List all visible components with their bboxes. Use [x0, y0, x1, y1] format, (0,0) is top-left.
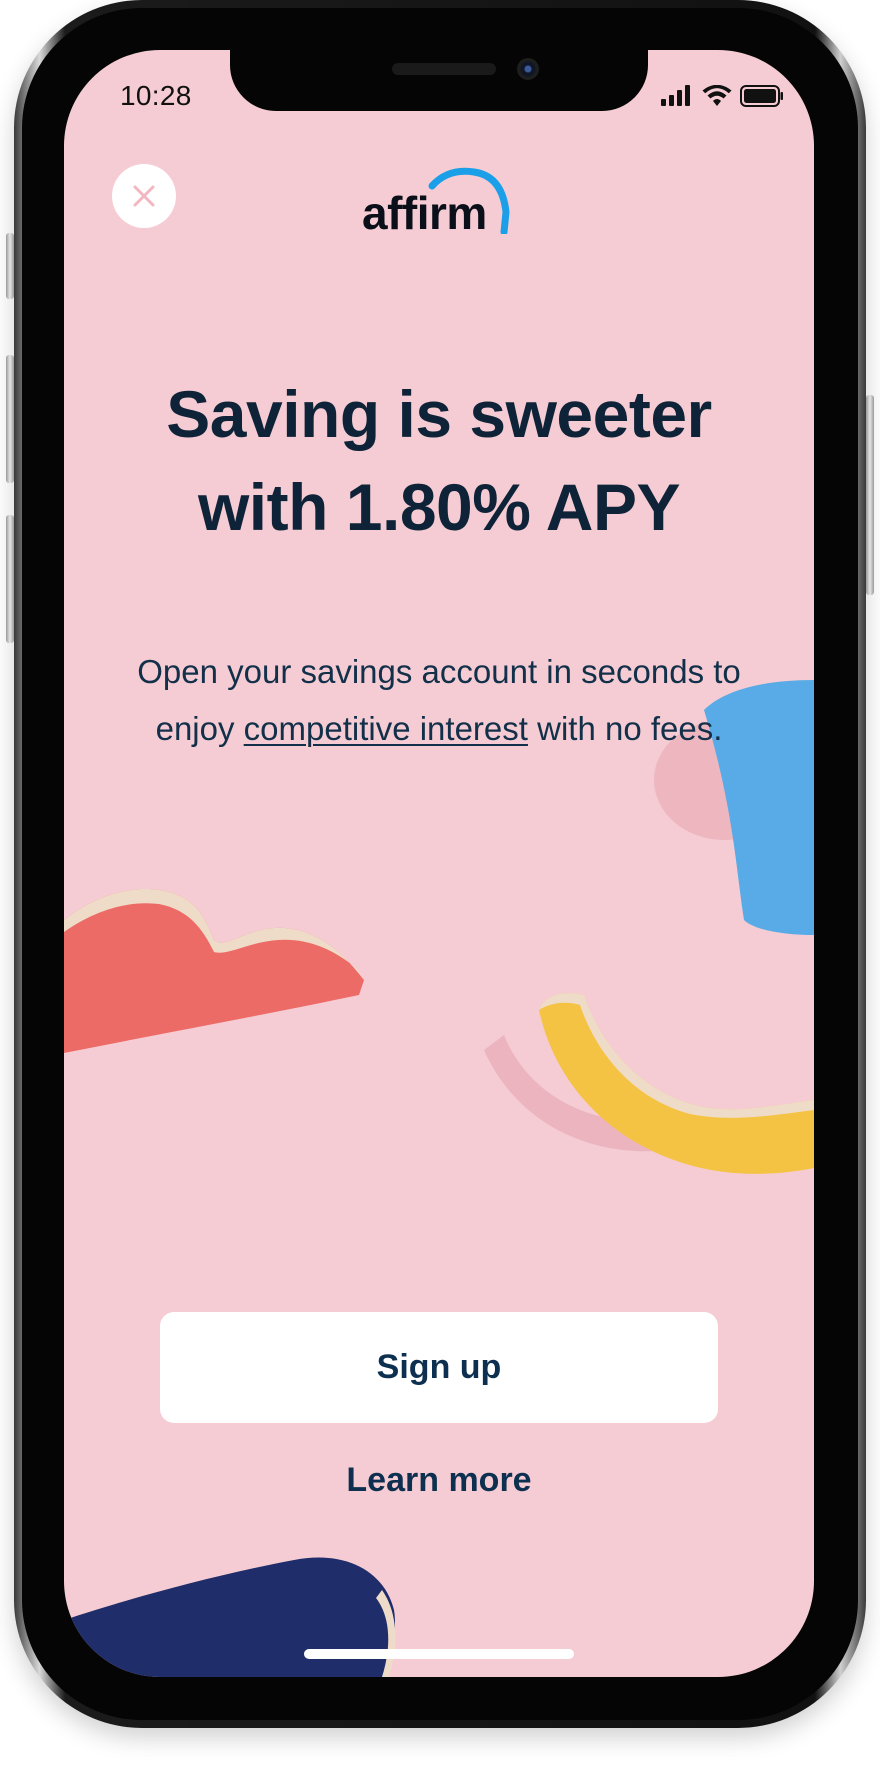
- front-camera: [517, 58, 539, 80]
- status-icons: [660, 85, 784, 107]
- app-screen: 10:28 affirm Saving is sweeter with 1.80…: [64, 50, 814, 1677]
- subtitle-line-1: Open your savings account in seconds to: [137, 653, 741, 690]
- volume-down-button: [6, 515, 14, 643]
- subtitle-line-2: enjoy competitive interest with no fees.: [104, 700, 774, 757]
- learn-more-link[interactable]: Learn more: [264, 1450, 614, 1510]
- navy-shape-edge: [376, 1590, 396, 1677]
- close-button[interactable]: [112, 164, 176, 228]
- yellow-curve-edge: [539, 993, 814, 1118]
- signal-icon: [661, 85, 690, 106]
- sign-up-button[interactable]: Sign up: [160, 1312, 718, 1423]
- page-title: Saving is sweeter with 1.80% APY: [104, 368, 774, 554]
- power-button: [866, 395, 874, 595]
- yellow-shape-shadow: [484, 1035, 714, 1152]
- red-cloud-edge: [64, 889, 364, 980]
- red-cloud-shape: [64, 889, 364, 1053]
- speaker-grille: [392, 63, 496, 75]
- silent-switch: [6, 233, 14, 299]
- battery-icon: [740, 85, 783, 107]
- title-line-2: with 1.80% APY: [197, 470, 681, 544]
- wifi-icon: [702, 85, 732, 106]
- device-notch: [230, 50, 648, 111]
- subtitle-suffix: with no fees.: [527, 710, 723, 747]
- competitive-interest-link[interactable]: competitive interest: [244, 710, 528, 747]
- close-icon: [133, 185, 155, 207]
- affirm-logo: affirm: [354, 162, 534, 239]
- yellow-curve-shape: [539, 993, 814, 1174]
- decorative-shapes: [64, 680, 814, 1677]
- title-line-1: Saving is sweeter: [166, 377, 712, 451]
- subtitle: Open your savings account in seconds to …: [104, 643, 774, 757]
- logo-text: affirm: [362, 187, 487, 239]
- subtitle-prefix: enjoy: [155, 710, 244, 747]
- navy-shape: [64, 1557, 396, 1677]
- home-indicator[interactable]: [304, 1649, 574, 1659]
- status-time: 10:28: [120, 80, 192, 111]
- volume-up-button: [6, 355, 14, 483]
